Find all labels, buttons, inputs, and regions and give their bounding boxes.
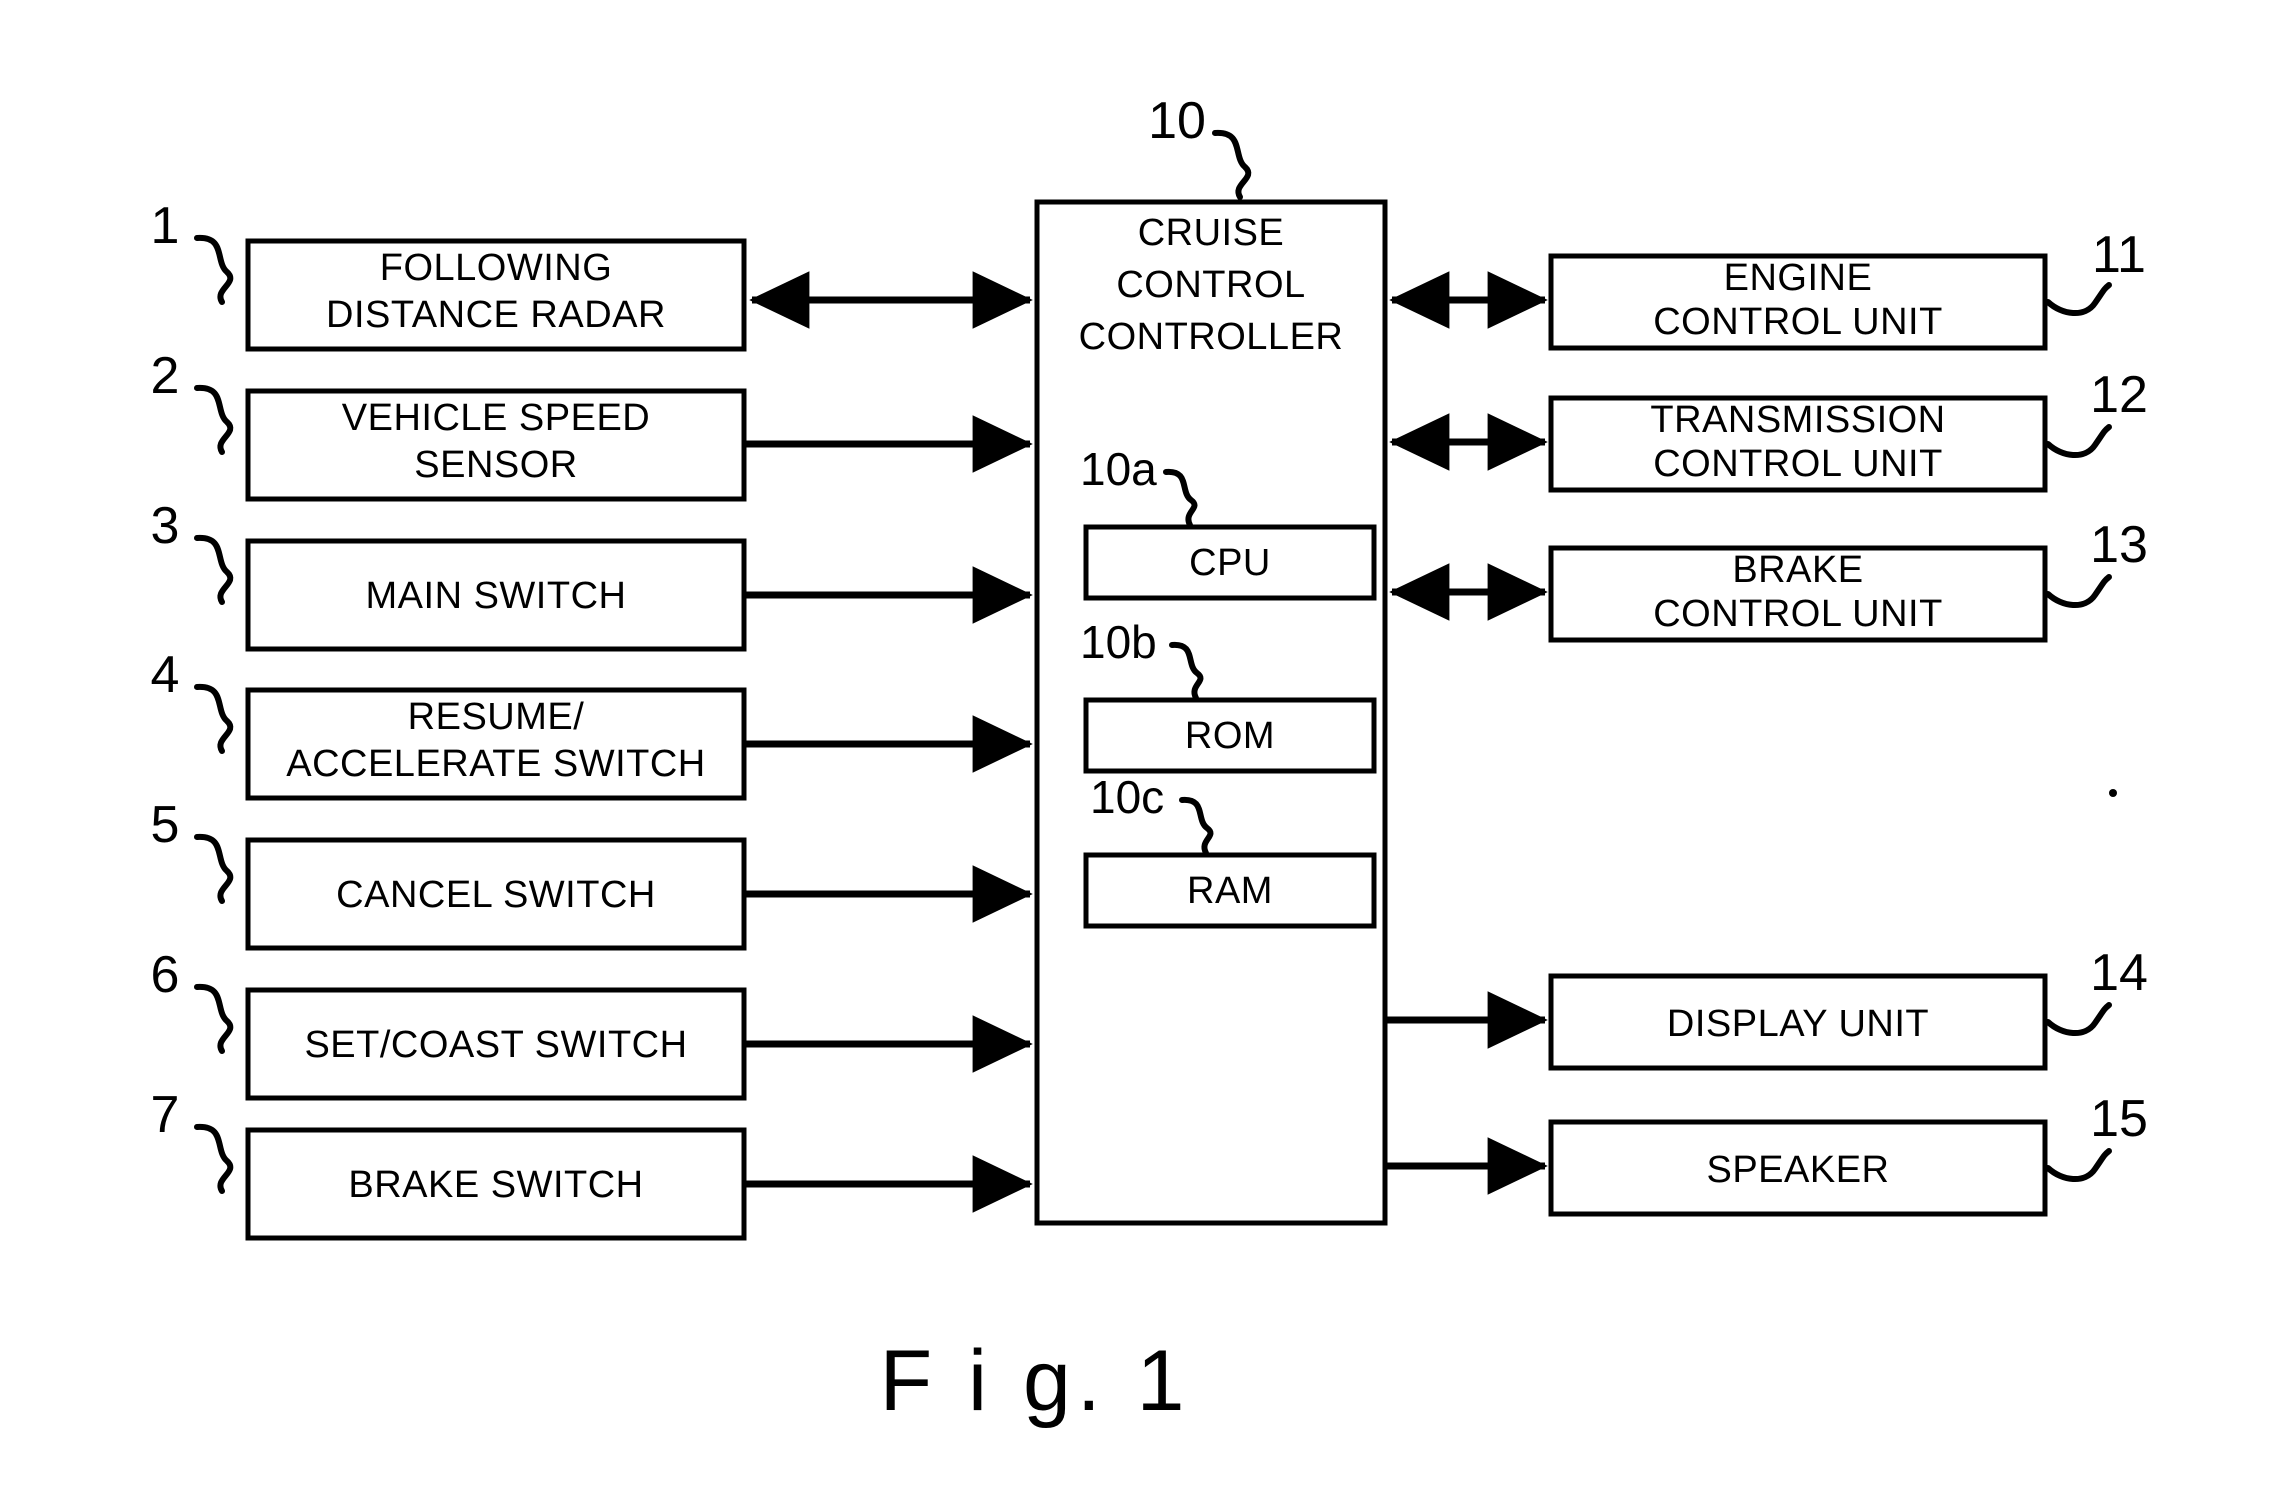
main-switch-label: MAIN SWITCH xyxy=(366,575,627,617)
input-block-cancel-switch: CANCEL SWITCH 5 xyxy=(151,796,1033,951)
output-block-speaker: SPEAKER 15 xyxy=(1386,1090,2148,1217)
following-distance-radar-label-1: FOLLOWING xyxy=(380,247,613,289)
ref-label-5: 5 xyxy=(151,796,180,854)
ref-label-14: 14 xyxy=(2090,944,2148,1002)
set-coast-switch-label: SET/COAST SWITCH xyxy=(304,1024,687,1066)
following-distance-radar-label-2: DISTANCE RADAR xyxy=(326,294,666,336)
leader-line-14 xyxy=(2045,1002,2112,1036)
display-unit-label: DISPLAY UNIT xyxy=(1667,1003,1929,1045)
ref-label-6: 6 xyxy=(151,946,180,1004)
ref-label-2: 2 xyxy=(151,347,180,405)
resume-accelerate-switch-label-2: ACCELERATE SWITCH xyxy=(286,743,706,785)
central-controller-group: CRUISE CONTROL CONTROLLER 10 CPU 10a ROM… xyxy=(1034,92,1388,1226)
ref-label-12: 12 xyxy=(2090,366,2148,424)
leader-line-13 xyxy=(2045,574,2112,608)
ram-label: RAM xyxy=(1187,870,1273,912)
output-block-display-unit: DISPLAY UNIT 14 xyxy=(1386,944,2148,1071)
ref-label-13: 13 xyxy=(2090,516,2148,574)
leader-line-5 xyxy=(194,833,234,904)
ref-label-10b: 10b xyxy=(1080,616,1157,668)
ref-label-11: 11 xyxy=(2092,226,2146,284)
input-block-brake-switch: BRAKE SWITCH 7 xyxy=(151,1086,1033,1241)
engine-control-unit-label-1: ENGINE xyxy=(1724,257,1873,299)
input-block-main-switch: MAIN SWITCH 3 xyxy=(151,497,1033,652)
vehicle-speed-sensor-label-2: SENSOR xyxy=(414,444,577,486)
patent-figure: CRUISE CONTROL CONTROLLER 10 CPU 10a ROM… xyxy=(0,0,2290,1509)
ref-label-10: 10 xyxy=(1148,92,1206,150)
output-block-engine-control-unit: ENGINE CONTROL UNIT 11 xyxy=(1389,226,2146,351)
transmission-control-unit-label-2: CONTROL UNIT xyxy=(1653,443,1943,485)
output-block-brake-control-unit: BRAKE CONTROL UNIT 13 xyxy=(1389,516,2148,643)
input-block-following-distance-radar: FOLLOWING DISTANCE RADAR 1 xyxy=(151,197,1033,352)
leader-line-15 xyxy=(2045,1148,2112,1182)
brake-control-unit-label-2: CONTROL UNIT xyxy=(1653,593,1943,635)
leader-line-4 xyxy=(194,683,234,754)
controller-title-line-3: CONTROLLER xyxy=(1079,316,1344,358)
ref-label-10a: 10a xyxy=(1080,443,1157,495)
ref-label-1: 1 xyxy=(151,197,180,255)
leader-line-2 xyxy=(194,384,234,455)
leader-line-6 xyxy=(194,983,234,1054)
transmission-control-unit-label-1: TRANSMISSION xyxy=(1650,399,1945,441)
engine-control-unit-label-2: CONTROL UNIT xyxy=(1653,301,1943,343)
ref-label-7: 7 xyxy=(151,1086,180,1144)
ref-label-10c: 10c xyxy=(1090,771,1164,823)
input-block-vehicle-speed-sensor: VEHICLE SPEED SENSOR 2 xyxy=(151,347,1033,502)
brake-switch-label: BRAKE SWITCH xyxy=(348,1164,643,1206)
block-diagram: CRUISE CONTROL CONTROLLER 10 CPU 10a ROM… xyxy=(151,92,2148,1429)
vehicle-speed-sensor-label-1: VEHICLE SPEED xyxy=(342,397,651,439)
figure-caption: F i g. 1 xyxy=(880,1333,1191,1429)
controller-title-line-1: CRUISE xyxy=(1138,212,1285,254)
input-block-resume-accelerate-switch: RESUME/ ACCELERATE SWITCH 4 xyxy=(151,646,1033,801)
leader-line-1 xyxy=(194,234,234,305)
scan-speck xyxy=(2109,789,2117,797)
resume-accelerate-switch-label-1: RESUME/ xyxy=(408,696,585,738)
output-block-transmission-control-unit: TRANSMISSION CONTROL UNIT 12 xyxy=(1389,366,2148,493)
ref-label-3: 3 xyxy=(151,497,180,555)
ref-label-4: 4 xyxy=(151,646,180,704)
leader-line-11 xyxy=(2045,282,2112,316)
leader-line-3 xyxy=(194,534,234,605)
leader-line-7 xyxy=(194,1123,234,1194)
cancel-switch-label: CANCEL SWITCH xyxy=(336,874,656,916)
speaker-label: SPEAKER xyxy=(1706,1149,1889,1191)
leader-line-10 xyxy=(1212,129,1252,200)
rom-label: ROM xyxy=(1185,715,1275,757)
input-block-set-coast-switch: SET/COAST SWITCH 6 xyxy=(151,946,1033,1101)
leader-line-12 xyxy=(2045,424,2112,458)
cpu-label: CPU xyxy=(1189,542,1271,584)
controller-title-line-2: CONTROL xyxy=(1116,264,1305,306)
brake-control-unit-label-1: BRAKE xyxy=(1732,549,1863,591)
ref-label-15: 15 xyxy=(2090,1090,2148,1148)
